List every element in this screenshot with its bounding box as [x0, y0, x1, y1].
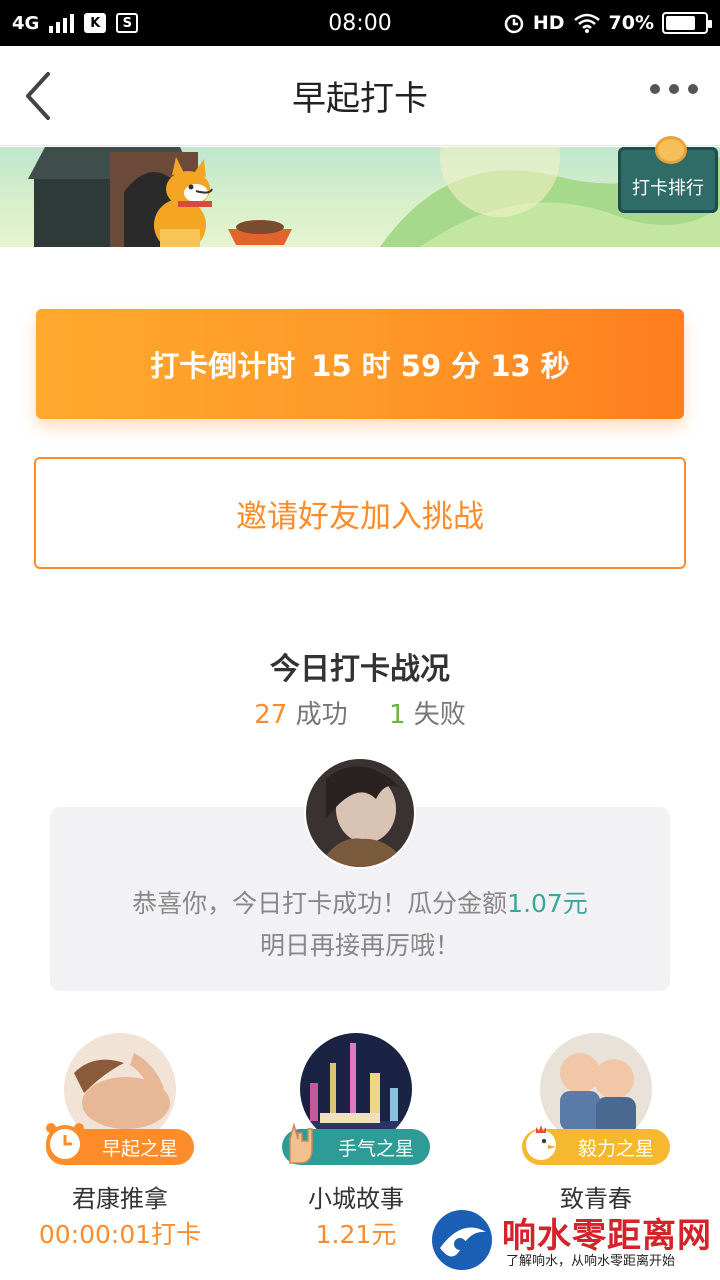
star-badge: 手气之星 [282, 1122, 430, 1165]
watermark-subtitle: 了解响水，从响水零距离开始 [506, 1254, 676, 1269]
avatar[interactable] [304, 757, 416, 869]
fail-label: 失败 [405, 700, 466, 730]
star-badge: 毅力之星 [522, 1125, 670, 1165]
alarm-icon [504, 14, 524, 34]
watermark: 响水零距离网 了解响水，从响水零距离开始 [430, 1206, 720, 1280]
countdown-label: 打卡倒计时 [150, 349, 296, 383]
rock-hand-icon [289, 1122, 313, 1164]
chicken-icon [526, 1125, 556, 1160]
result-encourage: 明日再接再厉哦！ [259, 931, 460, 960]
more-dots-icon[interactable] [650, 84, 698, 94]
watermark-logo-icon [432, 1210, 492, 1270]
result-amount: 1.07元 [507, 889, 588, 918]
star-badge-label: 毅力之星 [577, 1137, 654, 1160]
rank-button[interactable]: 打卡排行 [618, 136, 718, 213]
status-bar: 4G K S 08:00 HD 70% [0, 0, 720, 46]
battery-percent: 70% [608, 12, 654, 34]
countdown-time: 15 时 59 分 13 秒 [311, 349, 570, 383]
success-label: 成功 [287, 700, 348, 730]
star-badge-label: 手气之星 [337, 1137, 414, 1160]
rank-label: 打卡排行 [632, 178, 704, 199]
page-title: 早起打卡 [292, 79, 428, 119]
countdown-bar: 打卡倒计时 15 时 59 分 13 秒 [36, 309, 684, 419]
result-message: 恭喜你，今日打卡成功！瓜分金额1.07元 [50, 884, 670, 920]
result-prefix: 恭喜你，今日打卡成功！瓜分金额 [132, 889, 508, 918]
network-type: 4G [12, 12, 40, 34]
banner-illustration [28, 147, 720, 247]
hd-indicator: HD [532, 12, 565, 34]
fail-count: 1 [388, 700, 406, 730]
banner [0, 147, 720, 247]
stats-title: 今日打卡战况 [270, 652, 450, 687]
invite-button[interactable]: 邀请好友加入挑战 [34, 457, 686, 569]
wifi-icon [573, 13, 600, 33]
medal-icon [655, 136, 687, 164]
star-badge-label: 早起之星 [101, 1137, 178, 1160]
invite-label: 邀请好友加入挑战 [236, 498, 484, 535]
app-notification-icon: K [84, 13, 107, 33]
star-early[interactable]: 早起之星 君康推拿 00:00:01打卡 [0, 1033, 240, 1253]
star-name: 君康推拿 [72, 1185, 168, 1213]
alarm-clock-icon [46, 1123, 84, 1163]
stats-summary: 27 成功 1 失败 [0, 694, 720, 731]
chevron-left-icon[interactable] [20, 68, 60, 124]
app-header: 早起打卡 [0, 46, 720, 146]
star-badge: 早起之星 [46, 1123, 194, 1165]
star-value: 00:00:01打卡 [38, 1220, 202, 1249]
app-notification-icon-2: S [116, 13, 139, 33]
success-count: 27 [254, 700, 288, 730]
battery-icon [662, 12, 712, 34]
signal-icon [49, 13, 75, 33]
